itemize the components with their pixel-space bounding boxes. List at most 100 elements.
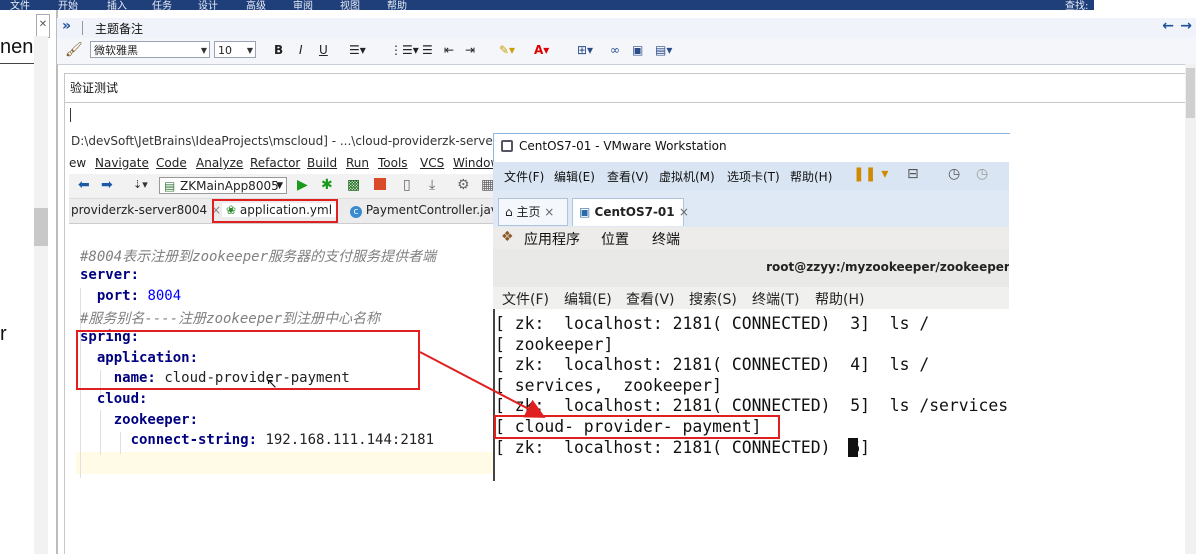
vm-menu-tabs[interactable]: 选项卡(T) [727, 168, 780, 185]
revert-snapshot-icon[interactable]: ◷ [976, 166, 988, 182]
ide-menu-build[interactable]: Build [307, 156, 337, 170]
menu-file[interactable]: 文件 [10, 0, 30, 10]
collapse-icon[interactable]: » [62, 18, 71, 34]
send-keys-icon[interactable]: ⊟ [907, 166, 919, 182]
highlight-icon[interactable]: ✎▾ [499, 43, 515, 57]
close-icon[interactable]: × [544, 205, 554, 219]
settings-icon[interactable]: ⚙ [457, 177, 470, 193]
tab-module[interactable]: providerzk-server8004 × [71, 203, 221, 217]
menu-task[interactable]: 任务 [152, 0, 172, 10]
menu-review[interactable]: 审阅 [293, 0, 313, 10]
app-icon: ▤ [164, 179, 176, 193]
terminal-line: [ zk: localhost: 2181( CONNECTED) 4] ls … [495, 355, 930, 374]
link-icon[interactable]: ∞ [610, 43, 620, 57]
numbered-list-icon[interactable]: ⋮☰▾ [390, 43, 419, 57]
close-icon[interactable]: × [679, 205, 689, 219]
term-menu-edit[interactable]: 编辑(E) [564, 289, 612, 309]
underline-button[interactable]: U [319, 43, 328, 57]
menu-start[interactable]: 开始 [58, 0, 78, 10]
ide-menu-run[interactable]: Run [346, 156, 369, 170]
divider [82, 21, 83, 35]
tab-centos[interactable]: ▣ CentOS7-01 × [572, 198, 689, 226]
code-key: zookeeper: [113, 412, 199, 428]
font-size-select[interactable]: 10 ▼ [214, 41, 256, 58]
note-scrollbar[interactable] [1185, 64, 1196, 554]
format-toolbar: 🖌 微软雅黑 ▼ 10 ▼ B I U ☰▾ ⋮☰▾ ☰ ⇤ ⇥ ✎▾ A▾ ⊞▾ … [57, 38, 1196, 65]
forward-arrow-icon[interactable]: ➡ [101, 177, 113, 193]
term-menu-file[interactable]: 文件(F) [502, 289, 549, 309]
left-scrollbar[interactable] [34, 36, 48, 554]
forward-arrow-icon[interactable]: → [1180, 18, 1192, 34]
menu-insert[interactable]: 插入 [107, 0, 127, 10]
image-icon[interactable]: ▣ [632, 43, 643, 57]
guest-menu-terminal[interactable]: 终端 [652, 229, 680, 249]
pause-icon[interactable]: ❚❚ ▾ [853, 166, 888, 182]
menu-view[interactable]: 视图 [340, 0, 360, 10]
ide-menu-refactor[interactable]: Refactor [250, 156, 300, 170]
term-menu-view[interactable]: 查看(V) [626, 289, 675, 309]
object-icon[interactable]: ▤▾ [655, 43, 672, 57]
run-icon[interactable]: ▶ [297, 177, 308, 193]
tab-home[interactable]: ⌂ 主页 × [498, 198, 568, 226]
term-menu-help[interactable]: 帮助(H) [815, 289, 864, 309]
vm-menu-file[interactable]: 文件(F) [504, 168, 544, 185]
guest-menu-places[interactable]: 位置 [601, 229, 629, 249]
menu-advanced[interactable]: 高级 [246, 0, 266, 10]
vm-menu-help[interactable]: 帮助(H) [790, 168, 832, 185]
search-input[interactable] [1094, 0, 1196, 10]
guest-top-panel: ❖ 应用程序 位置 终端 [493, 227, 1009, 249]
ide-menu-code[interactable]: Code [156, 156, 187, 170]
snapshot-icon[interactable]: ◷ [948, 166, 960, 182]
menu-design[interactable]: 设计 [198, 0, 218, 10]
font-color-icon[interactable]: A▾ [534, 43, 549, 57]
vm-menu-edit[interactable]: 编辑(E) [554, 168, 595, 185]
current-line-highlight [76, 452, 509, 474]
align-icon[interactable]: ☰▾ [349, 43, 366, 57]
class-icon: c [350, 206, 362, 218]
guest-menu-apps[interactable]: 应用程序 [524, 229, 580, 249]
run-config-select[interactable]: ▤ ZKMainApp8005 ▼ [159, 177, 287, 194]
back-arrow-icon[interactable]: ⬅ [78, 177, 90, 193]
close-icon[interactable]: ✕ [36, 14, 50, 38]
top-menu-bar: 文件 开始 插入 任务 设计 高级 审阅 视图 帮助 查找: [0, 0, 1196, 10]
left-partial-text: nen [0, 36, 34, 58]
note-text-area[interactable] [64, 73, 1196, 103]
ide-menu-view[interactable]: ew [69, 156, 86, 170]
code-line: #服务别名----注册zookeeper到注册中心名称 [80, 308, 380, 328]
note-scrollbar-thumb[interactable] [1186, 68, 1195, 118]
term-menu-terminal[interactable]: 终端(T) [752, 289, 799, 309]
stop-icon[interactable] [374, 178, 386, 190]
back-arrow-icon[interactable]: ← [1162, 18, 1174, 34]
vm-menu-view[interactable]: 查看(V) [607, 168, 649, 185]
vmware-menu-bar: 文件(F) 编辑(E) 查看(V) 虚拟机(M) 选项卡(T) 帮助(H) ❚❚… [493, 162, 1009, 190]
build-icon[interactable]: ⇣▾ [133, 178, 148, 191]
ide-menu-analyze[interactable]: Analyze [196, 156, 243, 170]
italic-button[interactable]: I [299, 43, 303, 57]
note-title: 主题备注 [95, 22, 144, 36]
tab-payment-controller[interactable]: c PaymentController.java [350, 203, 505, 218]
cloud-highlight-box [494, 415, 780, 439]
ide-title-path: D:\devSoft\JetBrains\IdeaProjects\msclou… [71, 134, 533, 148]
coverage-icon[interactable]: ▩ [347, 177, 360, 193]
vm-menu-vm[interactable]: 虚拟机(M) [659, 168, 715, 185]
left-scrollbar-thumb[interactable] [34, 208, 48, 246]
format-painter-icon[interactable]: 🖌 [65, 42, 83, 58]
indent-icon[interactable]: ⇥ [465, 43, 475, 57]
ide-menu-navigate[interactable]: Navigate [95, 156, 149, 170]
project-structure-icon[interactable]: ▯ [403, 177, 411, 193]
debug-icon[interactable]: ✱ [321, 177, 333, 193]
font-name-select[interactable]: 微软雅黑 ▼ [90, 41, 210, 58]
ide-menu-vcs[interactable]: VCS [420, 156, 444, 170]
bold-button[interactable]: B [274, 43, 283, 57]
table-icon[interactable]: ⊞▾ [577, 43, 593, 57]
code-line: server: [80, 267, 139, 283]
outdent-icon[interactable]: ⇤ [444, 43, 454, 57]
note-text: 验证测试 [70, 81, 119, 95]
left-partial-text: r [0, 323, 7, 345]
ide-menu-tools[interactable]: Tools [378, 156, 408, 170]
terminal-cursor [848, 438, 858, 457]
bullet-list-icon[interactable]: ☰ [422, 43, 433, 57]
menu-help[interactable]: 帮助 [387, 0, 407, 10]
download-icon[interactable]: ⤓ [429, 177, 435, 193]
term-menu-search[interactable]: 搜索(S) [689, 289, 737, 309]
